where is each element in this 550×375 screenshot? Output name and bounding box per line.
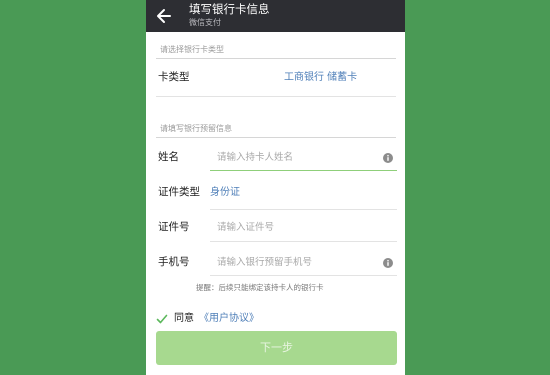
phone-input[interactable]: 请输入银行预留手机号 bbox=[217, 257, 312, 269]
page-title: 填写银行卡信息 bbox=[189, 2, 270, 16]
divider bbox=[156, 58, 396, 59]
reserved-info-section-hint: 请填写银行预留信息 bbox=[160, 124, 232, 133]
cardholder-tip: 提醒：后续只能绑定该持卡人的银行卡 bbox=[196, 283, 324, 292]
agree-label: 同意 bbox=[174, 313, 194, 324]
divider bbox=[210, 275, 397, 276]
divider bbox=[210, 209, 397, 210]
id-number-input[interactable]: 请输入证件号 bbox=[217, 222, 274, 234]
name-input[interactable]: 请输入持卡人姓名 bbox=[217, 152, 293, 164]
info-icon[interactable] bbox=[383, 153, 393, 163]
divider bbox=[156, 96, 396, 97]
user-agreement-link[interactable]: 《用户协议》 bbox=[199, 312, 259, 326]
name-input-underline bbox=[210, 170, 397, 171]
id-number-label: 证件号 bbox=[158, 221, 190, 233]
name-label: 姓名 bbox=[158, 151, 179, 163]
back-arrow-icon[interactable] bbox=[154, 6, 174, 26]
id-type-value[interactable]: 身份证 bbox=[210, 186, 240, 199]
phone-label: 手机号 bbox=[158, 256, 190, 268]
next-button[interactable]: 下一步 bbox=[156, 331, 397, 365]
page-subtitle: 微信支付 bbox=[189, 18, 221, 27]
card-type-label: 卡类型 bbox=[158, 71, 190, 83]
divider bbox=[156, 137, 396, 138]
card-type-value[interactable]: 工商银行 储蓄卡 bbox=[284, 71, 357, 84]
phone-screen: 填写银行卡信息 微信支付 请选择银行卡类型 卡类型 工商银行 储蓄卡 请填写银行… bbox=[146, 0, 405, 375]
card-type-section-hint: 请选择银行卡类型 bbox=[160, 45, 224, 54]
info-icon[interactable] bbox=[383, 258, 393, 268]
divider bbox=[210, 241, 397, 242]
id-type-label: 证件类型 bbox=[158, 186, 200, 198]
app-bar: 填写银行卡信息 微信支付 bbox=[146, 0, 405, 32]
checkmark-icon[interactable] bbox=[156, 313, 168, 325]
